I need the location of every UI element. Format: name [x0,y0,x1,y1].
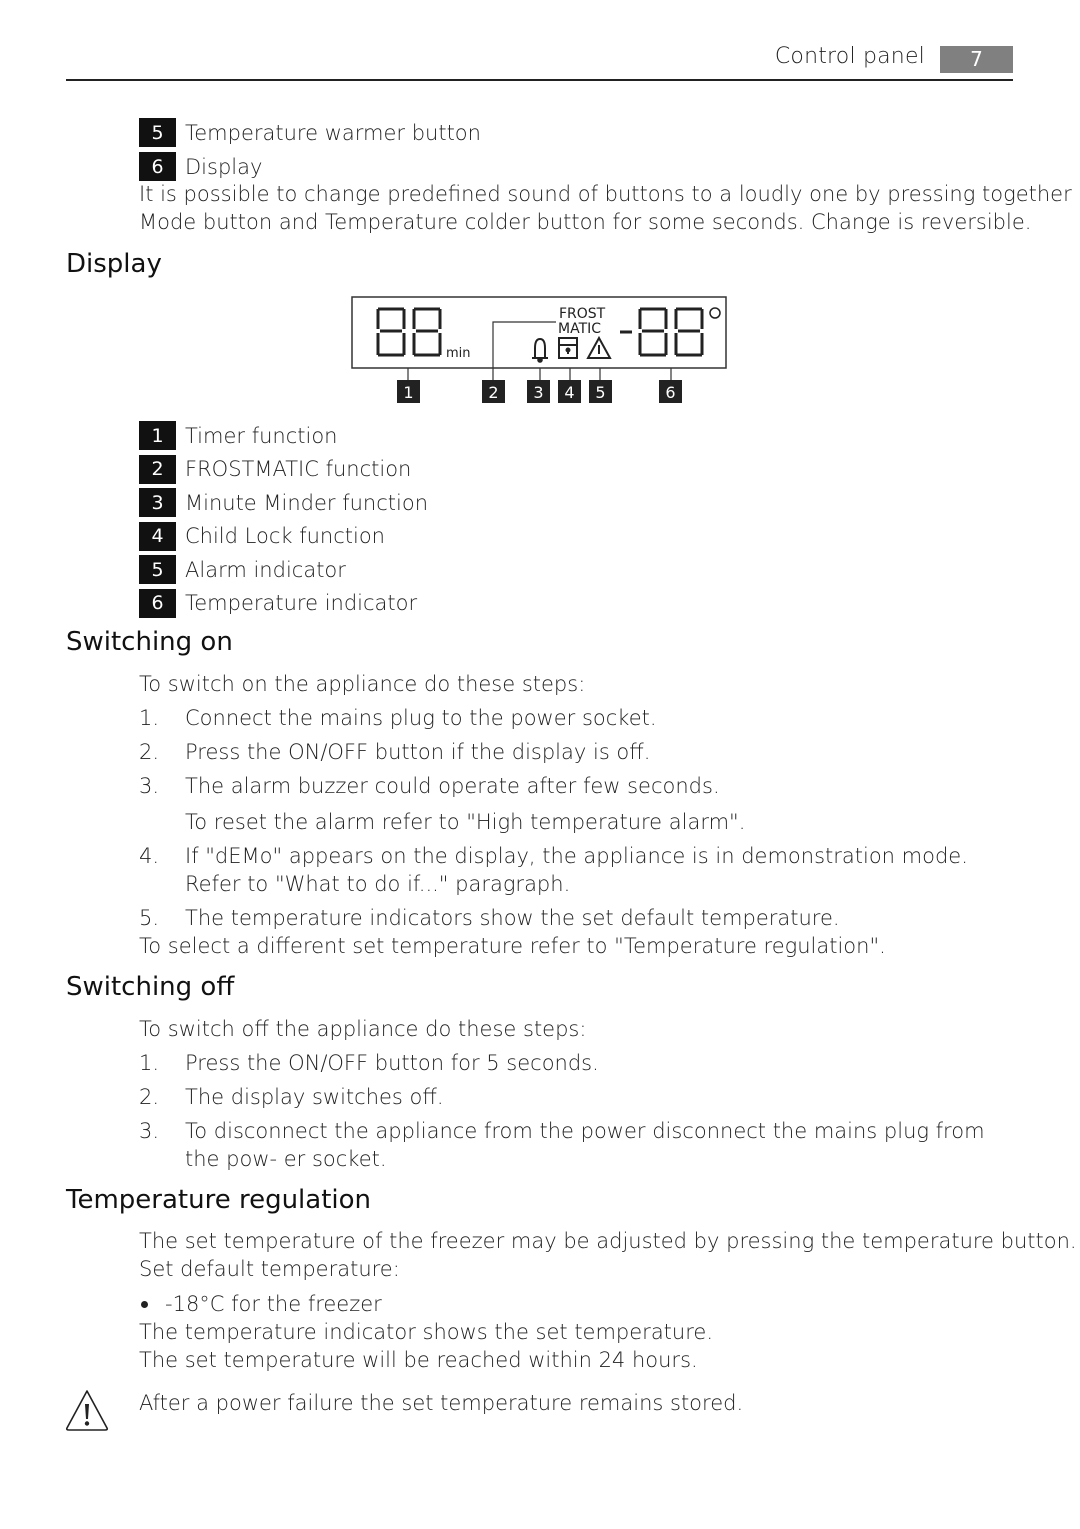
legend-item: 4 Child Lock function [139,520,428,554]
callout-badge-6: 6 [659,380,682,403]
step-text: To reset the alarm refer to "High temper… [185,810,746,834]
header-section-title: Control panel [774,44,925,69]
paragraph-line: It is possible to change predefined soun… [139,182,1072,206]
step-number: 1. [139,1051,160,1075]
temp-reg-paragraph: The set temperature will be reached with… [139,1348,698,1372]
legend-number-badge: 4 [139,521,176,551]
item-number-badge: 5 [139,118,176,147]
step-number: 3. [139,1119,160,1143]
section-heading-temperature-regulation: Temperature regulation [66,1185,372,1215]
step-item: 3. To disconnect the appliance from the … [139,1117,989,1173]
temp-reg-paragraph: Set default temperature: [139,1257,400,1281]
svg-text:1: 1 [403,383,413,402]
step-text: The display switches off. [185,1085,444,1109]
step-item: 2. The display switches off. [139,1083,1009,1111]
item-number-badge: 6 [139,152,176,181]
step-item: 4. If "dEMo" appears on the display, the… [139,842,979,898]
step-item: To reset the alarm refer to "High temper… [139,808,1019,836]
legend-label: Minute Minder function [185,490,429,515]
step-item: 1. Press the ON/OFF button for 5 seconds… [139,1049,1009,1077]
step-number: 2. [139,740,160,764]
bullet-text: -18°C for the freezer [165,1292,382,1316]
legend-number-badge: 6 [139,588,176,618]
warning-triangle-icon [65,1390,109,1431]
step-number: 4. [139,844,160,868]
item-label: Temperature warmer button [185,120,481,145]
temp-reg-bullet-item: -18°C for the freezer [139,1290,382,1318]
svg-text:6: 6 [665,383,675,402]
svg-text:4: 4 [564,383,574,402]
step-number: 2. [139,1085,160,1109]
switching-off-steps: 1. Press the ON/OFF button for 5 seconds… [139,1049,1009,1173]
legend-number-badge: 5 [139,555,176,585]
step-text: Press the ON/OFF button for 5 seconds. [185,1051,599,1075]
legend-item: 5 Alarm indicator [139,553,428,587]
legend-number-badge: 2 [139,454,176,484]
legend-number-badge: 1 [139,421,176,451]
bullet-dot-icon [141,1300,148,1308]
legend-label: Child Lock function [185,524,385,549]
callout-badge-3: 3 [527,380,550,403]
intro-paragraph: It is possible to change predefined soun… [139,180,1072,236]
step-text: If "dEMo" appears on the display, the ap… [185,844,968,896]
temp-reg-paragraph: The set temperature of the freezer may b… [139,1229,1077,1253]
section-heading-switching-on: Switching on [66,627,233,657]
switching-on-outro: To select a different set temperature re… [139,934,886,958]
section-heading-switching-off: Switching off [66,972,235,1002]
step-text: Press the ON/OFF button if the display i… [185,740,651,764]
page-number: 7 [940,46,1013,73]
timer-unit-label: min [446,346,471,361]
step-text: The alarm buzzer could operate after few… [185,774,720,798]
switching-off-intro: To switch off the appliance do these ste… [139,1017,587,1041]
legend-label: Alarm indicator [185,557,346,582]
step-text: To disconnect the appliance from the pow… [185,1119,985,1171]
header-divider [66,79,1013,81]
step-item: 3. The alarm buzzer could operate after … [139,772,1019,800]
step-number [139,808,185,836]
step-text: Connect the mains plug to the power sock… [185,706,657,730]
legend-label: Timer function [185,423,338,448]
section-heading-display: Display [66,249,162,279]
switching-on-steps: 1. Connect the mains plug to the power s… [139,704,1019,932]
legend-item: 3 Minute Minder function [139,486,428,520]
svg-text:5: 5 [595,383,605,402]
intro-items-list: 5 Temperature warmer button 6 Display [139,117,481,182]
legend-label: Temperature indicator [185,591,418,616]
legend-number-badge: 3 [139,488,176,518]
step-number: 1. [139,706,160,730]
legend-label: FROSTMATIC function [185,457,412,482]
legend-item: 1 Timer function [139,419,428,453]
callout-badge-2: 2 [482,380,505,403]
callout-badge-5: 5 [589,380,612,403]
paragraph-line: Mode button and Temperature colder butto… [139,210,1032,234]
svg-text:2: 2 [488,383,498,402]
frostmatic-label-line2: MATIC [558,321,601,337]
step-item: 5. The temperature indicators show the s… [139,904,1019,932]
display-legend-list: 1 Timer function 2 FROSTMATIC function 3… [139,419,428,620]
warning-text: After a power failure the set temperatur… [139,1391,744,1415]
step-text: The temperature indicators show the set … [185,906,840,930]
svg-text:3: 3 [533,383,543,402]
step-item: 1. Connect the mains plug to the power s… [139,704,1019,732]
switching-on-intro: To switch on the appliance do these step… [139,672,586,696]
legend-item: 2 FROSTMATIC function [139,453,428,487]
frostmatic-label-line1: FROST [559,306,606,322]
callout-badge-1: 1 [397,380,420,403]
item-label: Display [185,154,263,179]
intro-item: 5 Temperature warmer button [139,117,481,148]
intro-item: 6 Display [139,151,481,182]
lcd-display-diagram: min FROST MATIC 1 2 3 4 5 6 [351,296,727,403]
step-item: 2. Press the ON/OFF button if the displa… [139,738,1019,766]
step-number: 3. [139,774,160,798]
temp-reg-paragraph: The temperature indicator shows the set … [139,1320,713,1344]
legend-item: 6 Temperature indicator [139,587,428,621]
callout-badge-4: 4 [558,380,581,403]
step-number: 5. [139,906,160,930]
